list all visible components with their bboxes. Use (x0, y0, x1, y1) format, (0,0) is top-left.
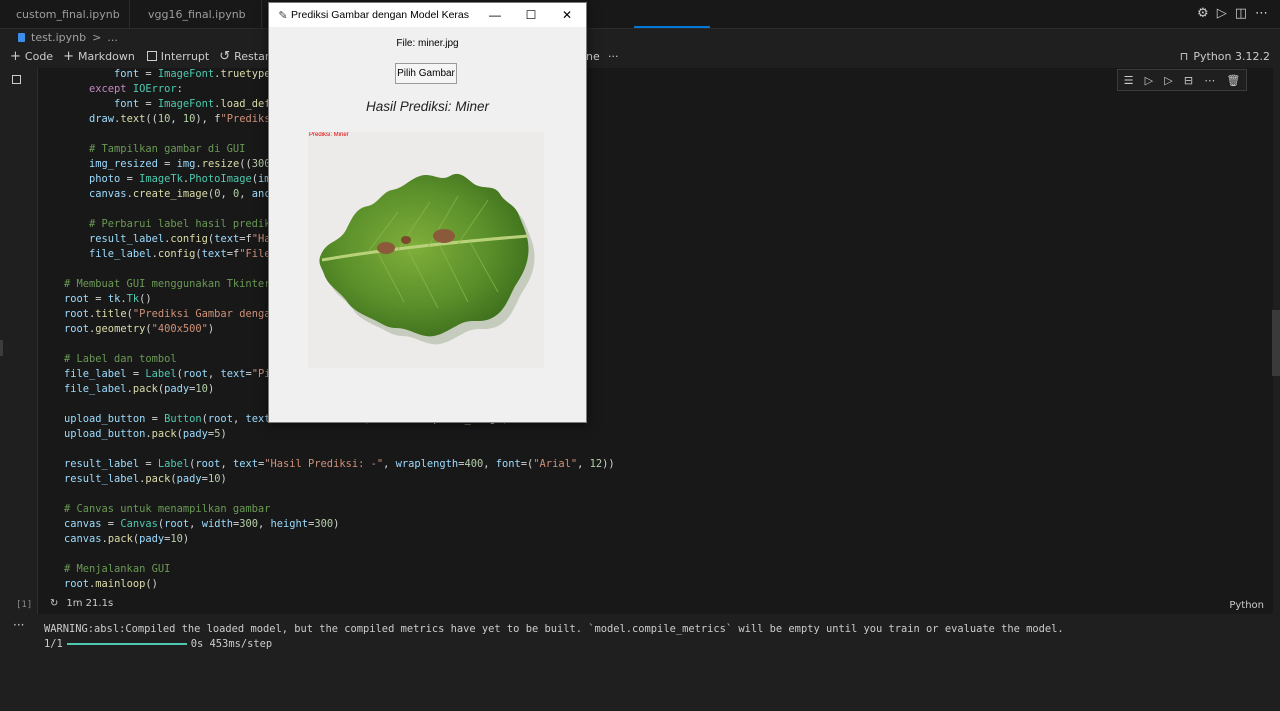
tab-label: custom_final.ipynb (16, 7, 120, 21)
notebook-toolbar: + Code + Markdown Interrupt ↺ Restart ne… (0, 46, 1280, 66)
kernel-picker[interactable]: ⊓ Python 3.12.2 (1180, 46, 1270, 66)
tk-canvas: Prediksi: Miner (308, 132, 544, 368)
minimize-icon[interactable]: — (477, 3, 513, 27)
more-icon: ··· (608, 49, 619, 63)
progress-stats: 0s 453ms/step (190, 638, 273, 650)
breadcrumb-separator: > (92, 30, 102, 44)
execution-count: [1] (16, 600, 33, 610)
add-markdown-label: Markdown (77, 49, 135, 63)
plus-icon: + (63, 48, 74, 64)
add-markdown-button[interactable]: + Markdown (63, 49, 135, 64)
tab-vgg16-final[interactable]: vgg16_final.ipynb (132, 0, 262, 28)
pilih-gambar-button[interactable]: Pilih Gambar (395, 63, 457, 84)
editor-tab-bar: custom_final.ipynb vgg16_final.ipynb ⚙ ▷… (0, 0, 1280, 29)
feather-icon: ✎ (278, 9, 288, 22)
tk-result-label: Hasil Prediksi: Miner (365, 99, 490, 114)
split-cell-icon[interactable]: ⊟ (1184, 74, 1193, 87)
cell-toolbar: ☰ ▷ ▷ ⊟ ⋯ 🗑 (1117, 69, 1247, 91)
notebook-file-icon (18, 32, 25, 42)
tk-file-label: File: miner.jpg (396, 38, 459, 49)
breadcrumb: test.ipynb > ... (0, 29, 1280, 45)
refresh-icon: ↻ (50, 598, 59, 609)
more-actions-icon[interactable]: ⋯ (1255, 6, 1268, 21)
active-tab-indicator (634, 26, 710, 28)
tk-title: Prediksi Gambar dengan Model Keras (291, 9, 470, 21)
progress-bar (66, 643, 187, 645)
tab-custom-final[interactable]: custom_final.ipynb (0, 0, 130, 28)
execution-status: ↻ 1m 21.1s (50, 598, 113, 609)
output-more-icon[interactable]: ··· (13, 618, 24, 632)
close-icon[interactable]: ✕ (549, 3, 585, 27)
output-text: WARNING:absl:Compiled the loaded model, … (44, 622, 1064, 652)
warning-text: WARNING:absl:Compiled the loaded model, … (44, 623, 1064, 635)
outline-button[interactable]: ne (586, 50, 600, 63)
stop-icon (146, 51, 157, 61)
outline-label: ne (586, 49, 600, 63)
progress-label: 1/1 (44, 638, 63, 650)
split-editor-icon[interactable]: ◫ (1235, 6, 1247, 21)
execution-duration: 1m 21.1s (66, 598, 114, 609)
execute-above-icon[interactable]: ▷ (1145, 74, 1153, 87)
more-icon[interactable]: ⋯ (1204, 74, 1215, 87)
add-code-label: Code (24, 49, 54, 63)
interrupt-label: Interrupt (160, 49, 210, 63)
maximize-icon[interactable]: ☐ (513, 3, 549, 27)
cell-gutter (8, 70, 32, 600)
run-by-line-icon[interactable]: ☰ (1124, 74, 1134, 87)
execute-below-icon[interactable]: ▷ (1164, 74, 1172, 87)
settings-icon[interactable]: ⚙ (1197, 6, 1209, 21)
restart-button[interactable]: ↺ Restart (219, 49, 273, 64)
cell-language[interactable]: Python (1229, 600, 1264, 611)
tab-label: vgg16_final.ipynb (148, 7, 246, 21)
tk-window: ✎ Prediksi Gambar dengan Model Keras — ☐… (268, 2, 587, 423)
cell-toggle-icon[interactable] (12, 75, 21, 84)
kernel-label: Python 3.12.2 (1193, 49, 1270, 63)
kernel-icon: ⊓ (1179, 49, 1189, 63)
tk-title-bar[interactable]: ✎ Prediksi Gambar dengan Model Keras — ☐… (269, 3, 586, 27)
breadcrumb-more[interactable]: ... (107, 31, 118, 44)
prediction-overlay: Prediksi: Miner (309, 132, 349, 138)
toolbar-more-button[interactable]: ··· (608, 50, 619, 63)
leaf-image (308, 132, 544, 368)
interrupt-button[interactable]: Interrupt (146, 49, 210, 63)
delete-icon[interactable]: 🗑 (1226, 74, 1240, 87)
left-sash[interactable] (0, 340, 3, 356)
breadcrumb-file[interactable]: test.ipynb (31, 31, 86, 44)
restart-icon: ↺ (219, 48, 231, 64)
plus-icon: + (10, 48, 21, 64)
add-code-button[interactable]: + Code (10, 49, 53, 64)
run-icon[interactable]: ▷ (1217, 6, 1227, 21)
editor-scrollbar[interactable] (1272, 310, 1280, 376)
